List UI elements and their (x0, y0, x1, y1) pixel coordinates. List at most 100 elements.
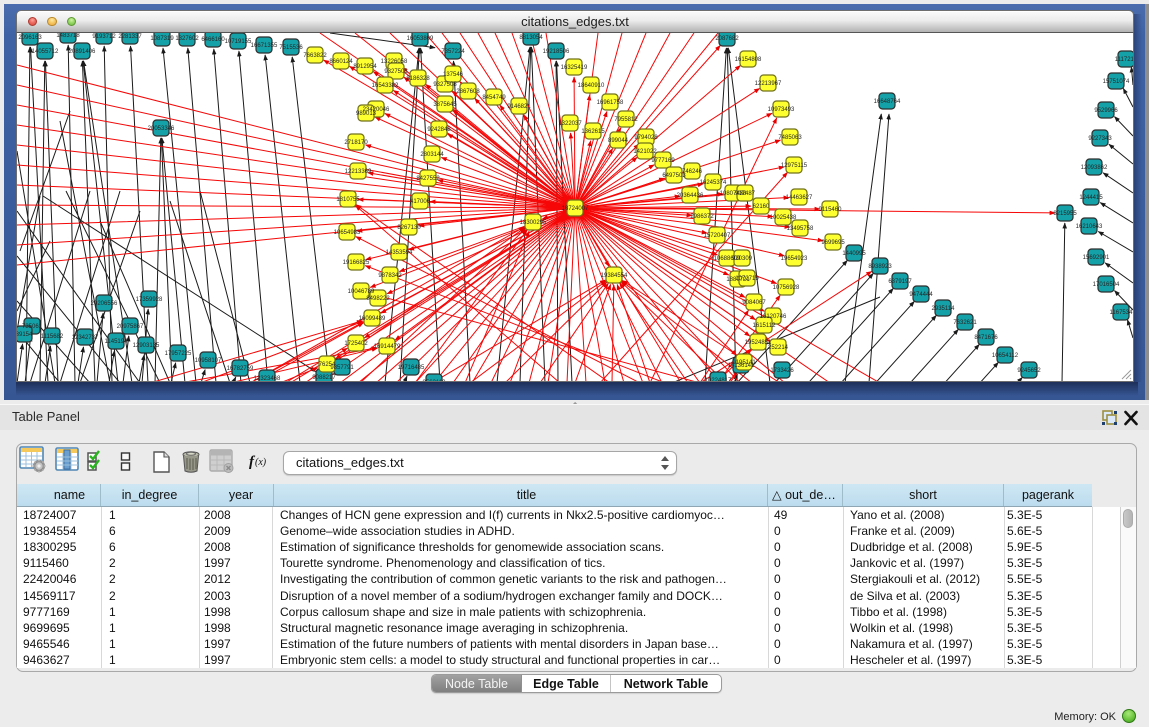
svg-text:417006: 417006 (410, 199, 431, 205)
svg-text:15692901: 15692901 (1083, 255, 1110, 261)
svg-text:9084067: 9084067 (742, 300, 766, 306)
svg-text:14463627: 14463627 (786, 195, 813, 201)
svg-text:1117213: 1117213 (1115, 57, 1133, 63)
svg-text:10756928: 10756928 (773, 285, 800, 291)
svg-text:1244415: 1244415 (1079, 195, 1103, 201)
svg-text:3875645: 3875645 (433, 102, 457, 108)
svg-text:1440995: 1440995 (842, 251, 866, 257)
svg-text:9878342: 9878342 (378, 273, 402, 279)
svg-text:9146821: 9146821 (507, 104, 531, 110)
svg-text:13226058: 13226058 (381, 59, 408, 65)
svg-text:1167534: 1167534 (1110, 310, 1133, 316)
svg-text:76254: 76254 (319, 362, 336, 368)
svg-text:18300295: 18300295 (520, 220, 547, 226)
svg-text:16154808: 16154808 (735, 57, 762, 63)
svg-text:12213369: 12213369 (345, 169, 372, 175)
svg-text:2935114: 2935114 (932, 306, 956, 312)
svg-text:1115682: 1115682 (41, 334, 64, 340)
svg-text:18640910: 18640910 (578, 83, 605, 89)
svg-text:39154: 39154 (17, 332, 33, 338)
svg-text:17016504: 17016504 (1093, 282, 1120, 288)
svg-text:16648764: 16648764 (874, 99, 901, 105)
svg-text:1327602: 1327602 (175, 36, 199, 42)
svg-text:10654983: 10654983 (334, 230, 361, 236)
svg-text:2718170: 2718170 (344, 140, 368, 146)
svg-text:252214: 252214 (768, 345, 789, 351)
svg-text:10046789: 10046789 (348, 289, 375, 295)
svg-text:7357224: 7357224 (441, 49, 465, 55)
svg-text:10224817: 10224817 (705, 378, 732, 382)
svg-text:19716485: 19716485 (398, 365, 425, 371)
svg-text:8498222: 8498222 (366, 296, 390, 302)
svg-text:16543382: 16543382 (372, 83, 399, 89)
svg-text:16914479: 16914479 (374, 344, 401, 350)
svg-text:10719155: 10719155 (225, 39, 252, 45)
svg-text:1145194: 1145194 (105, 339, 129, 345)
svg-text:9777169: 9777169 (651, 158, 675, 164)
svg-text:15720407: 15720407 (704, 233, 731, 239)
svg-text:1615112: 1615112 (753, 323, 777, 329)
svg-text:9245652: 9245652 (1017, 368, 1041, 374)
svg-text:1362615: 1362615 (581, 129, 605, 135)
svg-text:8562113: 8562113 (423, 380, 447, 382)
svg-text:9699695: 9699695 (821, 240, 845, 246)
svg-text:1725402: 1725402 (344, 341, 368, 347)
svg-text:20891406: 20891406 (69, 49, 96, 55)
svg-text:13495758: 13495758 (787, 226, 814, 232)
svg-text:20364436: 20364436 (677, 193, 704, 199)
svg-text:12213967: 12213967 (755, 81, 782, 87)
svg-text:8471676: 8471676 (974, 335, 998, 341)
svg-text:16671355: 16671355 (251, 43, 278, 49)
svg-text:16120746: 16120746 (760, 314, 787, 320)
svg-text:8912954: 8912954 (353, 64, 377, 70)
svg-text:1483718: 1483718 (56, 33, 80, 39)
svg-text:7515536: 7515536 (279, 45, 303, 51)
svg-text:8454749: 8454749 (482, 95, 506, 101)
svg-text:8427552: 8427552 (416, 176, 440, 182)
svg-text:17359928: 17359928 (136, 297, 163, 303)
svg-text:7663822: 7663822 (303, 53, 327, 59)
svg-text:8813054: 8813054 (519, 35, 543, 41)
svg-text:20206556: 20206556 (91, 301, 118, 307)
svg-text:9529966: 9529966 (1094, 108, 1118, 114)
svg-text:8267130: 8267130 (397, 225, 421, 231)
svg-text:16053809: 16053809 (407, 36, 434, 42)
svg-text:9794028: 9794028 (634, 135, 658, 141)
svg-text:10973493: 10973493 (768, 107, 795, 113)
svg-text:20053346: 20053346 (148, 126, 175, 132)
svg-text:1072719: 1072719 (735, 276, 759, 282)
svg-text:19218506: 19218506 (543, 49, 570, 55)
svg-text:1087319: 1087319 (150, 36, 174, 42)
svg-text:2867608: 2867608 (456, 89, 480, 95)
svg-text:6379197: 6379197 (888, 279, 912, 285)
svg-text:7632621: 7632621 (953, 320, 977, 326)
svg-text:16210643: 16210643 (1076, 224, 1103, 230)
svg-text:989013: 989013 (356, 111, 377, 117)
svg-text:1322037: 1322037 (558, 121, 582, 127)
svg-text:6497503: 6497503 (662, 173, 686, 179)
svg-text:18724007: 18724007 (562, 206, 589, 212)
svg-text:12323468: 12323468 (254, 376, 281, 382)
svg-text:899044: 899044 (608, 138, 629, 144)
svg-text:20975867: 20975867 (117, 324, 144, 330)
svg-text:17957225: 17957225 (165, 351, 192, 357)
svg-text:(x): (x) (255, 457, 267, 468)
svg-text:735061: 735061 (22, 324, 43, 330)
svg-text:9242848: 9242848 (427, 127, 451, 133)
svg-text:16325419: 16325419 (561, 65, 588, 71)
svg-text:1421022: 1421022 (633, 149, 657, 155)
svg-text:10958107: 10958107 (195, 358, 222, 364)
svg-text:9327503: 9327503 (384, 69, 408, 75)
svg-text:19384554: 19384554 (601, 273, 628, 279)
svg-text:12093862: 12093862 (1081, 165, 1108, 171)
svg-text:1733426: 1733426 (770, 368, 794, 374)
svg-text:19166825: 19166825 (343, 260, 370, 266)
svg-text:8660124: 8660124 (329, 59, 353, 65)
svg-text:9327508: 9327508 (433, 82, 457, 88)
svg-text:1810755: 1810755 (336, 197, 360, 203)
svg-text:16782759: 16782759 (227, 366, 254, 372)
svg-text:8938923: 8938923 (868, 264, 892, 270)
svg-text:12903135: 12903135 (133, 343, 160, 349)
svg-text:14055712: 14055712 (32, 49, 59, 55)
svg-text:9195141: 9195141 (732, 360, 756, 366)
